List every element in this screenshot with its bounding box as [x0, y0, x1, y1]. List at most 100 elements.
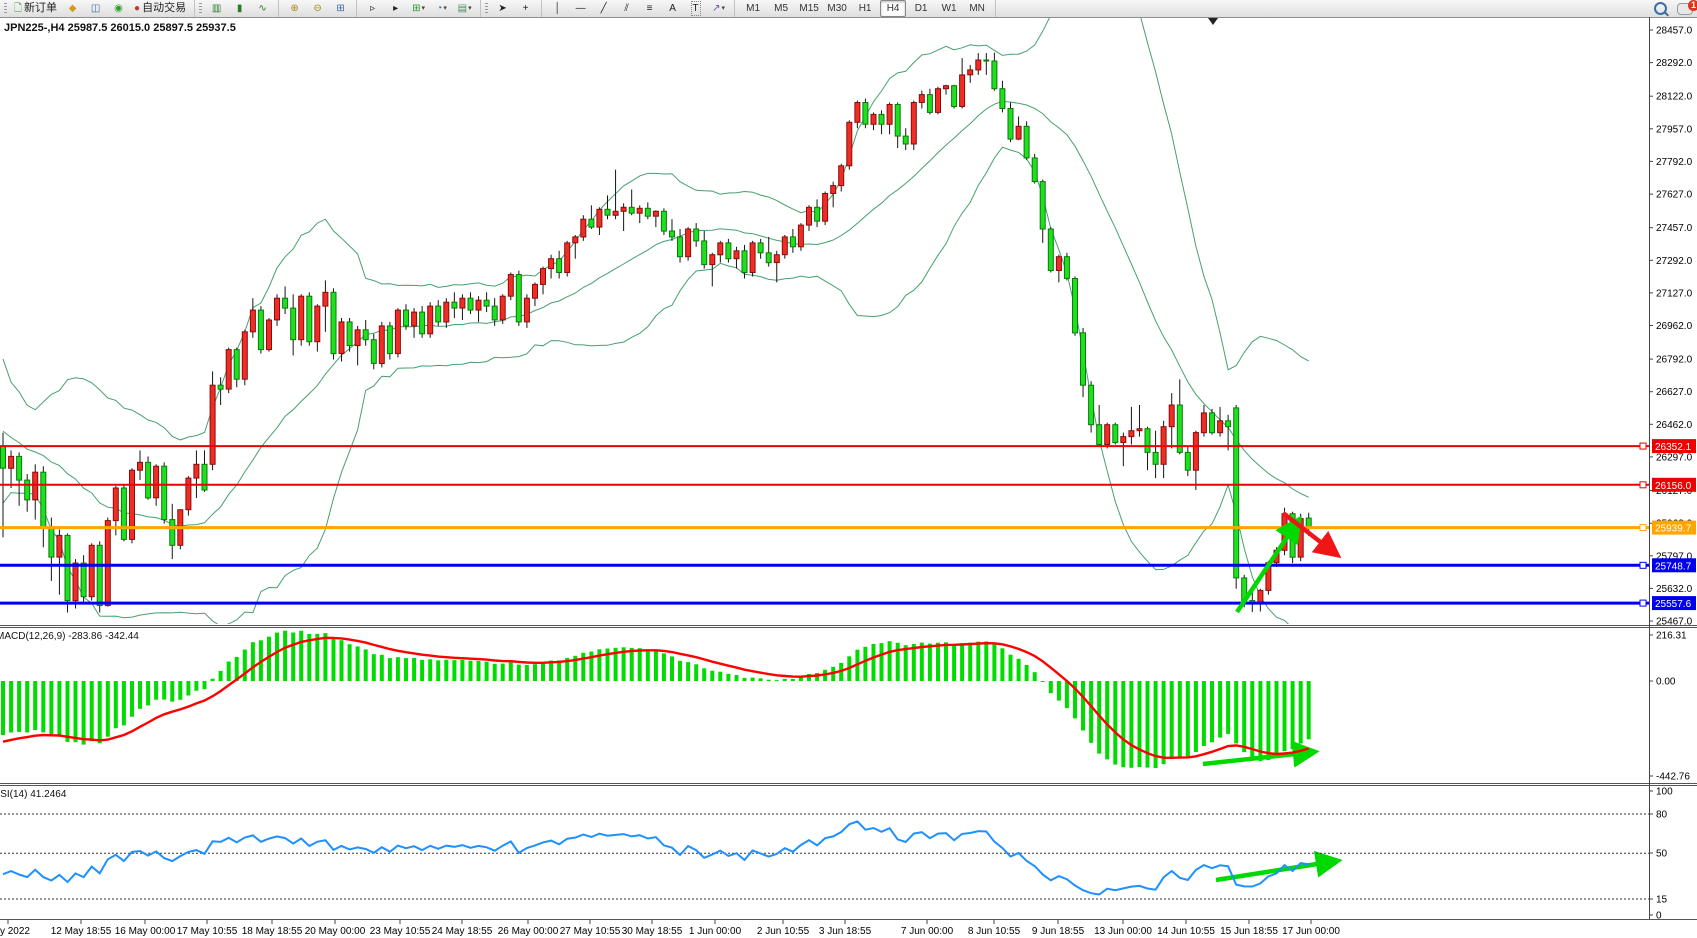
macd-histogram-bar: [9, 681, 13, 733]
bull-candle: [428, 306, 433, 334]
bull-candle: [339, 322, 344, 354]
macd-histogram-bar: [420, 660, 424, 681]
bear-candle: [49, 528, 54, 558]
bull-candle: [621, 207, 626, 211]
price-tick-label: 28122.0: [1656, 92, 1693, 103]
macd-histogram-bar: [509, 662, 513, 681]
macd-histogram-bar: [1218, 681, 1222, 738]
macd-histogram-bar: [364, 649, 368, 681]
macd-histogram-bar: [1138, 681, 1142, 767]
bull-candle: [315, 306, 320, 342]
bear-candle: [1000, 89, 1005, 109]
time-tick-label: 26 May 00:00: [498, 926, 559, 937]
price-axis[interactable]: 28457.028292.028122.027957.027792.027627…: [1649, 26, 1693, 628]
bear-candle: [766, 253, 771, 263]
time-tick-label: May 2022: [0, 926, 30, 937]
price-tag-label: 26352.1: [1655, 442, 1692, 453]
macd-histogram-bar: [436, 660, 440, 681]
price-tick-label: 28457.0: [1656, 26, 1693, 37]
macd-histogram-bar: [1186, 681, 1190, 756]
time-tick-label: 7 Jun 00:00: [901, 926, 954, 937]
macd-histogram-bar: [718, 672, 722, 681]
macd-histogram-bar: [525, 665, 529, 681]
rsi-indicator-label: RSI(14) 41.2464: [0, 789, 66, 800]
macd-histogram-bar: [726, 674, 730, 681]
macd-histogram-bar: [944, 642, 948, 681]
chart-canvas[interactable]: 28457.028292.028122.027957.027792.027627…: [0, 0, 1697, 938]
bull-candle: [686, 229, 691, 257]
macd-histogram-bar: [541, 663, 545, 682]
time-tick-label: 14 Jun 10:55: [1157, 926, 1215, 937]
bear-candle: [1097, 425, 1102, 445]
bull-candle: [911, 103, 916, 145]
macd-histogram-bar: [1283, 681, 1287, 751]
macd-histogram-bar: [702, 668, 706, 681]
price-tick-label: 26462.0: [1656, 420, 1693, 431]
macd-histogram-bar: [203, 681, 207, 689]
macd-histogram-bar: [412, 658, 416, 681]
macd-histogram-bar: [82, 681, 86, 745]
macd-histogram-bar: [356, 646, 360, 681]
time-tick-label: 24 May 18:55: [432, 926, 493, 937]
macd-histogram-bar: [41, 681, 45, 732]
macd-histogram-bar: [735, 675, 739, 681]
macd-histogram-bar: [275, 633, 279, 681]
bull-candle: [798, 225, 803, 247]
bull-candle: [250, 310, 255, 332]
macd-histogram-bar: [1017, 659, 1021, 681]
macd-histogram-bar: [686, 662, 690, 681]
macd-histogram-bar: [984, 641, 988, 681]
macd-histogram-bar: [291, 633, 295, 682]
bear-candle: [815, 207, 820, 221]
bear-candle: [742, 251, 747, 273]
bull-candle: [1201, 413, 1206, 433]
bear-candle: [258, 310, 263, 350]
bull-candle: [1121, 437, 1126, 443]
macd-histogram-bar: [743, 678, 747, 681]
macd-histogram-bar: [1170, 681, 1174, 758]
macd-histogram-bar: [928, 644, 932, 681]
bear-candle: [307, 296, 312, 342]
bull-candle: [718, 243, 723, 255]
price-pane: [1, 0, 1312, 634]
bear-candle: [1024, 126, 1029, 158]
bull-candle: [960, 75, 965, 107]
macd-histogram-bar: [33, 681, 37, 730]
level-line-handle: [1640, 562, 1646, 568]
macd-histogram-bar: [863, 647, 867, 681]
bull-candle: [750, 243, 755, 273]
macd-histogram-bar: [460, 660, 464, 681]
price-tick-label: 25632.0: [1656, 584, 1693, 595]
macd-histogram-bar: [444, 660, 448, 681]
bull-candle: [226, 350, 231, 390]
time-tick-label: 17 Jun 00:00: [1282, 926, 1340, 937]
macd-histogram-bar: [90, 681, 94, 741]
bull-candle: [1056, 257, 1061, 271]
bull-candle: [323, 292, 328, 306]
macd-histogram-bar: [243, 650, 247, 682]
bear-candle: [436, 306, 441, 322]
bear-candle: [484, 300, 489, 306]
bull-candle: [444, 302, 449, 322]
macd-histogram-bar: [1299, 681, 1303, 744]
macd-histogram-bar: [581, 653, 585, 681]
bear-candle: [1234, 408, 1239, 578]
macd-histogram-bar: [186, 681, 190, 696]
bear-candle: [927, 95, 932, 113]
price-tag-label: 25748.7: [1655, 561, 1692, 572]
time-tick-label: 2 Jun 10:55: [757, 926, 810, 937]
bull-candle: [936, 89, 941, 113]
rsi-pane: [0, 814, 1649, 899]
macd-histogram-bar: [380, 655, 384, 681]
macd-histogram-bar: [1258, 681, 1262, 761]
indicator-axes: 216.310.00-442.761008050150: [1649, 631, 1690, 922]
bear-candle: [726, 243, 731, 259]
bear-candle: [863, 103, 868, 125]
macd-histogram-bar: [1162, 681, 1166, 764]
time-axis[interactable]: May 202212 May 18:5516 May 00:0017 May 1…: [0, 920, 1340, 937]
bull-candle: [774, 255, 779, 263]
bear-candle: [694, 229, 699, 241]
bull-candle: [581, 219, 586, 237]
bull-candle: [1193, 433, 1198, 471]
rsi-line: [3, 821, 1309, 894]
